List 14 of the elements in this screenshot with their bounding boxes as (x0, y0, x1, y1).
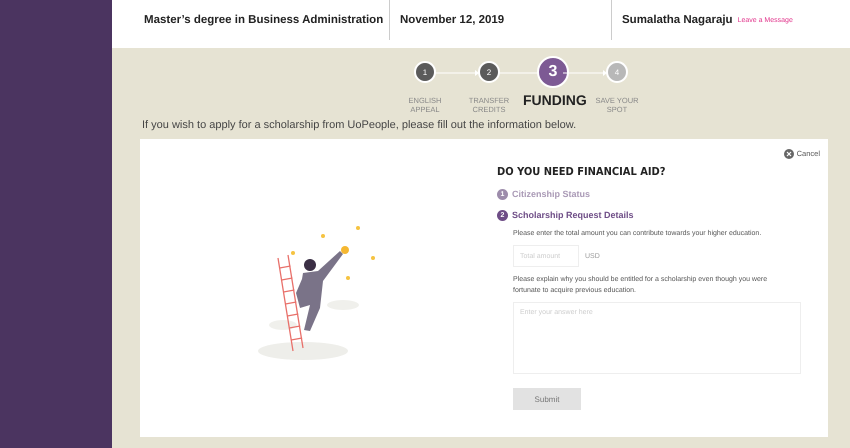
step-number: 1 (414, 61, 436, 83)
section-title[interactable]: Scholarship Request Details (512, 210, 634, 220)
step-number: 2 (478, 61, 500, 83)
arrow-icon (563, 70, 607, 76)
step-number: 3 (537, 56, 569, 88)
form-title: DO YOU NEED FINANCIAL AID? (497, 164, 667, 178)
header-value: November 12, 2019 (400, 14, 504, 26)
arrow-icon (435, 70, 479, 76)
section-title[interactable]: Citizenship Status (512, 189, 590, 200)
close-icon (784, 148, 794, 159)
intro-text: If you wish to apply for a scholarship from UoPeople, please fill out the information below. (142, 118, 578, 131)
step-number: 4 (606, 61, 628, 83)
header-value: Sumalatha Nagaraju (622, 14, 733, 26)
header-value: Master’s degree in Business Administration (144, 14, 384, 26)
